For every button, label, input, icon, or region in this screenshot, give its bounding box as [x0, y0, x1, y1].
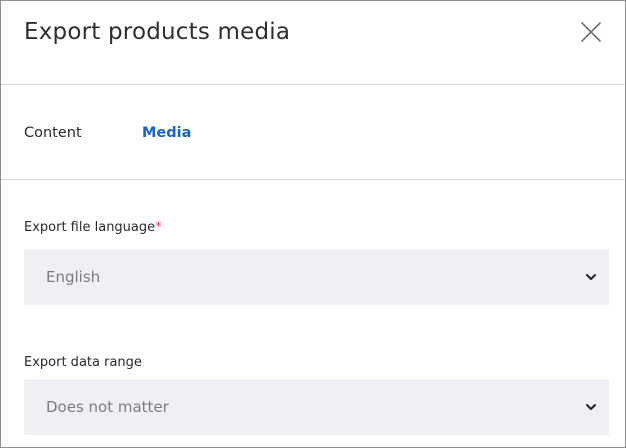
export-file-language-select[interactable]: English: [24, 249, 609, 305]
close-button[interactable]: [576, 17, 606, 47]
export-data-range-label: Export data range: [24, 355, 142, 370]
dialog-header: Export products media: [1, 1, 625, 85]
dialog-title: Export products media: [24, 19, 291, 45]
export-file-language-label-text: Export file language: [24, 220, 156, 235]
close-icon: [581, 22, 601, 42]
tab-media[interactable]: Media: [142, 123, 191, 143]
required-marker: *: [155, 220, 162, 235]
chevron-down-icon: [585, 402, 597, 412]
export-data-range-select[interactable]: Does not matter: [24, 379, 609, 435]
export-products-media-dialog: Export products media Content Media Expo…: [0, 0, 626, 448]
tab-content[interactable]: Content: [24, 123, 82, 143]
export-data-range-value: Does not matter: [46, 398, 169, 416]
chevron-down-icon: [585, 272, 597, 282]
export-file-language-label: Export file language*: [24, 219, 162, 237]
tab-bar: Content Media: [1, 85, 625, 180]
export-file-language-value: English: [46, 268, 101, 286]
